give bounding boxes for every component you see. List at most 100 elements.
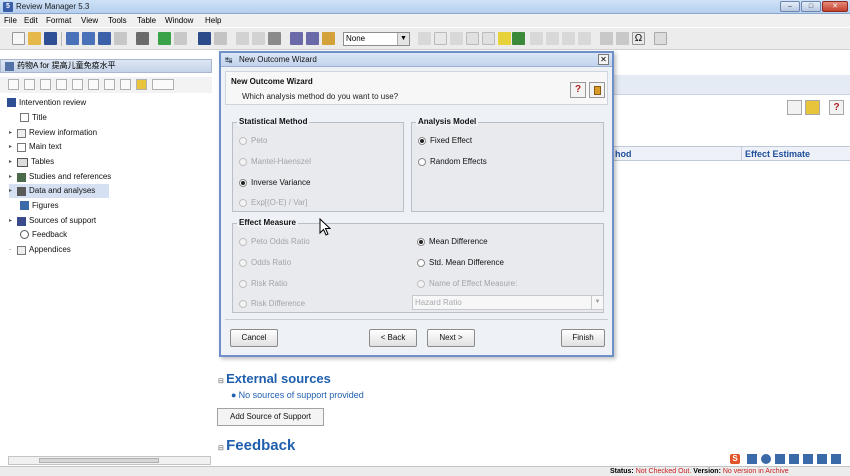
close-button[interactable]: ✕: [822, 1, 848, 12]
chevron-down-icon[interactable]: ▼: [397, 33, 409, 45]
radio-button[interactable]: [239, 136, 247, 145]
forward-arrow-icon[interactable]: [174, 32, 187, 45]
open-icon[interactable]: [28, 32, 41, 45]
menu-tools[interactable]: Tools: [108, 16, 127, 25]
bold-icon[interactable]: [418, 32, 431, 45]
cancel-button[interactable]: Cancel: [230, 329, 278, 347]
undo-icon[interactable]: [198, 32, 211, 45]
marker-icon[interactable]: [512, 32, 525, 45]
review-tab[interactable]: 药物A for 提高儿童免疫水平: [0, 59, 212, 73]
outline-edit-icon[interactable]: [120, 79, 131, 90]
menu-view[interactable]: View: [81, 16, 98, 25]
radio-button[interactable]: [239, 237, 247, 246]
chevron-down-icon[interactable]: ▼: [591, 296, 603, 309]
radio-std-mean-difference[interactable]: Std. Mean Difference: [417, 258, 504, 267]
sogou-icon[interactable]: S: [730, 454, 740, 464]
spellcheck-icon[interactable]: [290, 32, 303, 45]
tree-item-appendices[interactable]: - Appendices: [9, 243, 71, 257]
new-icon[interactable]: [12, 32, 25, 45]
wizard-handbook-button[interactable]: [589, 82, 605, 98]
superscript-icon[interactable]: [466, 32, 479, 45]
radio-peto[interactable]: Peto: [239, 136, 267, 145]
symbol-icon[interactable]: Ω: [632, 32, 645, 45]
check-icon[interactable]: [114, 32, 127, 45]
wizard-help-button[interactable]: ?: [570, 82, 586, 98]
menu-help[interactable]: Help: [205, 16, 221, 25]
radio-button[interactable]: [418, 136, 426, 145]
dialog-close-button[interactable]: ✕: [598, 54, 609, 65]
finish-button[interactable]: Finish: [561, 329, 605, 347]
ime-punct-icon[interactable]: [775, 454, 785, 464]
bullet-list-icon[interactable]: [530, 32, 543, 45]
radio-mean-difference[interactable]: Mean Difference: [417, 237, 488, 246]
collapse-icon[interactable]: ⊟: [218, 378, 224, 385]
expand-icon[interactable]: ▸: [9, 126, 17, 140]
unlink-icon[interactable]: [616, 32, 629, 45]
tree-item-sources-of-support[interactable]: ▸ Sources of support: [9, 214, 96, 228]
expand-icon[interactable]: ▸: [9, 184, 17, 198]
outline-move-icon[interactable]: [72, 79, 83, 90]
outline-copy-icon[interactable]: [56, 79, 67, 90]
radio-name-of-effect-measure[interactable]: Name of Effect Measure:: [417, 279, 517, 288]
expand-icon[interactable]: ▸: [9, 214, 17, 228]
radio-button[interactable]: [417, 258, 425, 267]
radio-button[interactable]: [417, 279, 425, 288]
highlight-icon[interactable]: [498, 32, 511, 45]
minimize-button[interactable]: –: [780, 1, 800, 12]
italic-icon[interactable]: [434, 32, 447, 45]
tree-item-figures[interactable]: Figures: [20, 199, 59, 213]
tree-item-intervention-review[interactable]: Intervention review: [7, 96, 86, 110]
outline-note-icon[interactable]: [136, 79, 147, 90]
radio-button[interactable]: [239, 279, 247, 288]
archive-icon[interactable]: [98, 32, 111, 45]
feedback-heading[interactable]: ⊟ Feedback: [218, 437, 295, 454]
table-insert-icon[interactable]: [654, 32, 667, 45]
outline-find-icon[interactable]: [40, 79, 51, 90]
add-source-of-support-button[interactable]: Add Source of Support: [217, 408, 324, 426]
tree-item-feedback[interactable]: Feedback: [20, 228, 67, 242]
radio-risk-ratio[interactable]: Risk Ratio: [239, 279, 287, 288]
radio-button[interactable]: [239, 178, 247, 187]
redo-icon[interactable]: [214, 32, 227, 45]
expand-icon[interactable]: ▸: [9, 170, 17, 184]
radio-risk-difference[interactable]: Risk Difference: [239, 299, 305, 308]
radio-button[interactable]: [239, 198, 247, 207]
cut-icon[interactable]: [236, 32, 249, 45]
paste-icon[interactable]: [268, 32, 281, 45]
radio-button[interactable]: [239, 258, 247, 267]
outline-down-icon[interactable]: [104, 79, 115, 90]
back-button[interactable]: < Back: [369, 329, 417, 347]
menu-table[interactable]: Table: [137, 16, 156, 25]
help-icon[interactable]: ?: [829, 100, 844, 115]
save-icon[interactable]: [44, 32, 57, 45]
tree-item-data-and-analyses[interactable]: ▸ Data and analyses: [9, 184, 109, 198]
radio-peto-odds-ratio[interactable]: Peto Odds Ratio: [239, 237, 310, 246]
effect-measure-name-combo[interactable]: Hazard Ratio ▼: [412, 295, 604, 310]
sync-icon[interactable]: [82, 32, 95, 45]
radio-exp-o-e-var[interactable]: Exp[(O-E) / Var]: [239, 198, 307, 207]
scrollbar-thumb[interactable]: [39, 458, 159, 463]
next-button[interactable]: Next >: [427, 329, 475, 347]
tree-item-review-information[interactable]: ▸ Review information: [9, 126, 97, 140]
tree-item-main-text[interactable]: ▸ Main text: [9, 140, 61, 154]
link-icon[interactable]: [600, 32, 613, 45]
find-icon[interactable]: [322, 32, 335, 45]
left-horizontal-scrollbar[interactable]: [8, 456, 211, 465]
radio-button[interactable]: [417, 237, 425, 246]
ime-tools-icon[interactable]: [831, 454, 841, 464]
radio-button[interactable]: [418, 157, 426, 166]
radio-random-effects[interactable]: Random Effects: [418, 157, 487, 166]
tree-item-studies-and-references[interactable]: ▸ Studies and references: [9, 170, 111, 184]
radio-fixed-effect[interactable]: Fixed Effect: [418, 136, 472, 145]
radio-button[interactable]: [239, 157, 247, 166]
expand-icon[interactable]: ▸: [9, 155, 17, 169]
properties-icon[interactable]: [787, 100, 802, 115]
spellcheck-all-icon[interactable]: [306, 32, 319, 45]
print-icon[interactable]: [136, 32, 149, 45]
outline-properties-icon[interactable]: [8, 79, 19, 90]
ime-user-icon[interactable]: [803, 454, 813, 464]
subscript-icon[interactable]: [482, 32, 495, 45]
indent-icon[interactable]: [578, 32, 591, 45]
ime-keyboard-icon[interactable]: [789, 454, 799, 464]
radio-button[interactable]: [239, 299, 247, 308]
